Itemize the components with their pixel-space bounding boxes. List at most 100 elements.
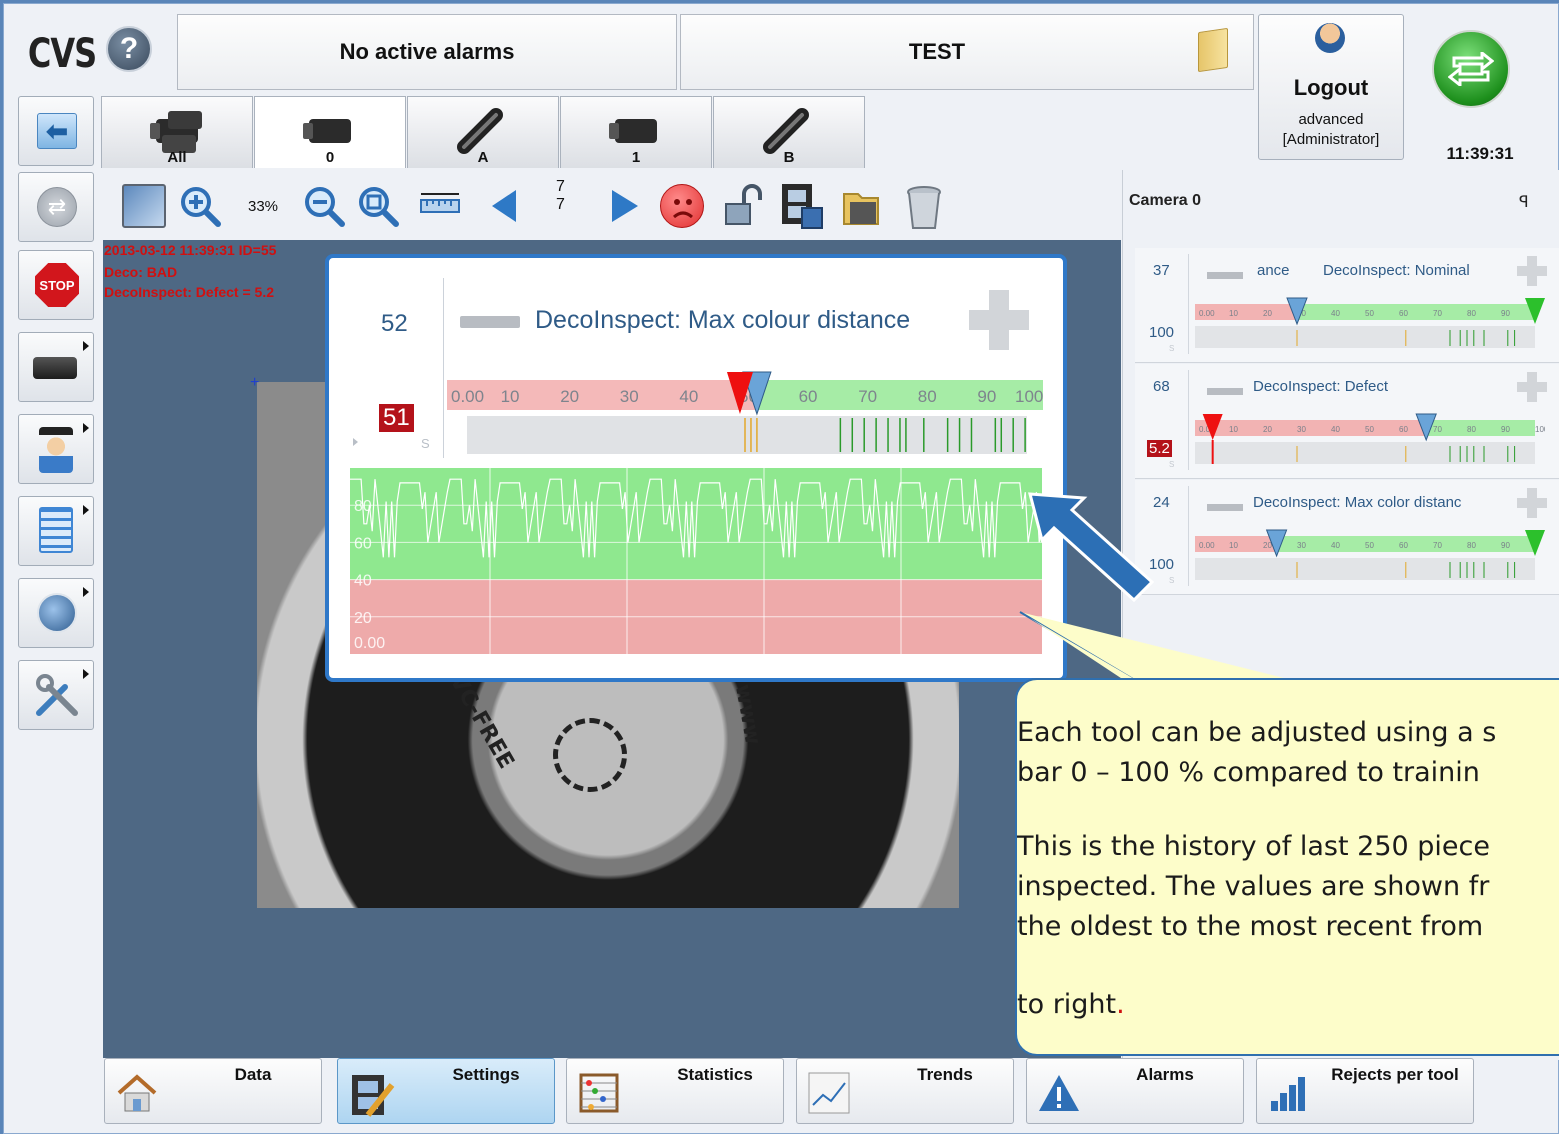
trash-icon[interactable] — [902, 184, 946, 229]
help-callout: Each tool can be adjusted using a s bar … — [1015, 678, 1559, 1056]
popup-plus-icon[interactable] — [969, 290, 1029, 350]
scale-tick-label: 10 — [1229, 425, 1238, 434]
zoom-out-icon[interactable] — [302, 184, 346, 228]
zoom-in-icon[interactable] — [178, 184, 222, 228]
run-toggle-icon[interactable] — [1432, 30, 1510, 108]
pointing-arrow-icon — [1028, 492, 1155, 603]
zoom-fit-icon[interactable] — [356, 184, 400, 228]
io-menu-button[interactable] — [18, 578, 94, 648]
submenu-arrow-icon — [83, 505, 89, 515]
history-axis-label: 40 — [354, 573, 372, 590]
tool-row[interactable]: 68 DecoInspect: Defect 5.2 S 0.00 10 20 30 40 50 6… — [1135, 364, 1559, 479]
tool-plus-icon[interactable] — [1517, 256, 1547, 286]
scale-tick-label: 80 — [1467, 425, 1476, 434]
nav-statistics-button[interactable]: Statistics — [566, 1058, 784, 1124]
teacher-menu-button[interactable] — [18, 414, 94, 484]
tool-tolerance-scale[interactable]: 0.00102030405060708090 — [1195, 526, 1545, 586]
report-menu-button[interactable] — [18, 496, 94, 566]
scale-tick-label: 70 — [1433, 425, 1442, 434]
scale-tick-label: 50 — [1365, 541, 1374, 550]
user-role: [Administrator] — [1282, 131, 1380, 148]
save-film-icon[interactable] — [778, 182, 823, 229]
tool-plus-icon[interactable] — [1517, 372, 1547, 402]
sync-icon: ⇄ — [37, 187, 77, 227]
bad-image-smiley-icon[interactable] — [660, 184, 704, 228]
nav-label: Alarms — [1136, 1065, 1194, 1084]
scale-tick-label: 10 — [1229, 541, 1238, 550]
camera-tab-b[interactable]: B — [713, 96, 865, 168]
camera-icon — [299, 107, 363, 147]
tool-enable-toggle[interactable] — [1207, 504, 1243, 511]
sync-button[interactable]: ⇄ — [18, 172, 94, 242]
popup-divider — [443, 278, 444, 458]
popup-expand-arrow-icon[interactable] — [353, 438, 358, 446]
print-text-www: www — [729, 682, 766, 747]
camera-tab-1[interactable]: 1 — [560, 96, 712, 168]
alarm-status[interactable]: No active alarms — [177, 14, 677, 90]
callout-line-1: Each tool can be adjusted using a s — [1017, 717, 1497, 748]
camera-menu-button[interactable] — [18, 332, 94, 402]
history-axis-label: 60 — [354, 535, 372, 552]
ruler-icon[interactable] — [418, 184, 462, 228]
back-button[interactable]: ⬅ — [18, 96, 94, 166]
previous-image-icon[interactable] — [484, 184, 528, 228]
next-image-icon[interactable] — [602, 184, 646, 228]
image-counter-bottom: 7 — [556, 196, 565, 213]
tool-divider — [1188, 370, 1189, 470]
stop-button[interactable]: STOP — [18, 250, 94, 320]
tool-row[interactable]: 37anceDecoInspect: Nominal100S0.00102030… — [1135, 248, 1559, 363]
nav-settings-button[interactable]: Settings — [337, 1058, 555, 1124]
scale-tick-label: 90 — [1501, 541, 1510, 550]
tool-tolerance-scale[interactable]: 0.00102030405060708090100 — [1195, 410, 1545, 470]
scale-tick-label: 20 — [1263, 309, 1272, 318]
tool-s-label: S — [1169, 344, 1175, 353]
camera-tab-0[interactable]: 0 — [254, 96, 406, 168]
tool-s-label: S — [1169, 576, 1175, 585]
user-level: advanced — [1298, 111, 1364, 128]
wrench-screwdriver-icon — [33, 671, 81, 719]
nav-alarms-button[interactable]: Alarms — [1026, 1058, 1244, 1124]
zoom-level: 33% — [248, 198, 279, 215]
scale-tick-label: 80 — [1467, 541, 1476, 550]
tool-row[interactable]: 24 DecoInspect: Max color distanc 100 S 0.00… — [1135, 480, 1559, 595]
stop-sign-icon: STOP — [35, 263, 79, 307]
job-name[interactable]: TEST — [680, 14, 1254, 90]
callout-line-6-text: to right — [1017, 989, 1117, 1020]
scale-tick-label: 70 — [1433, 541, 1442, 550]
unlock-icon[interactable] — [720, 184, 764, 228]
nav-data-button[interactable]: Data — [104, 1058, 322, 1124]
tool-s-label: S — [1169, 460, 1175, 469]
panel-title: Camera 0 — [1129, 192, 1202, 209]
tool-enable-toggle[interactable] — [1207, 388, 1243, 395]
camera-tab-a[interactable]: A — [407, 96, 559, 168]
tool-plus-icon[interactable] — [1517, 488, 1547, 518]
scale-tick-label: 40 — [1331, 309, 1340, 318]
nav-trends-button[interactable]: Trends — [796, 1058, 1014, 1124]
clock: 11:39:31 — [1446, 144, 1514, 163]
submenu-arrow-icon — [83, 669, 89, 679]
help-icon[interactable]: ? — [106, 26, 152, 72]
camera-tab-label: B — [783, 149, 795, 166]
tool-enable-toggle[interactable] — [1207, 272, 1243, 279]
logout-button[interactable]: Logout advanced [Administrator] — [1258, 14, 1404, 160]
open-folder-icon[interactable] — [840, 184, 884, 228]
tools-menu-button[interactable] — [18, 660, 94, 730]
scale-tick-label: 70 — [858, 387, 877, 406]
tool-divider — [1188, 254, 1189, 354]
nav-rejects-per-tool-button[interactable]: Rejects per tool — [1256, 1058, 1474, 1124]
popup-tolerance-scale[interactable]: 0.00 10 20 30 40 50 60 70 80 90 100 — [447, 370, 1047, 466]
popup-enable-toggle[interactable] — [460, 316, 520, 328]
history-axis-label: 0.00 — [354, 635, 385, 652]
camera-tab-label: All — [167, 149, 187, 166]
tool-tolerance-scale[interactable]: 0.00102030405060708090 — [1195, 294, 1545, 354]
origin-marker: + — [250, 374, 260, 391]
bar-chart-icon — [1267, 1071, 1315, 1119]
folder-icon[interactable] — [1198, 27, 1228, 73]
camera-icon — [605, 107, 669, 147]
camera-tab-label: 1 — [631, 149, 641, 166]
image-settings-icon[interactable] — [122, 184, 166, 228]
camera-tab-all[interactable]: All — [101, 96, 253, 168]
pin-icon[interactable]: ꟼ — [1519, 192, 1529, 212]
settings-film-icon — [348, 1071, 396, 1119]
scale-tick-label: 0.00 — [1199, 541, 1215, 550]
